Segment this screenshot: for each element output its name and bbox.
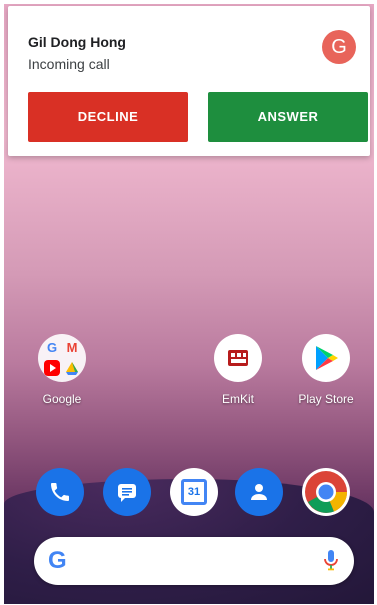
app-label-google: Google xyxy=(42,392,82,406)
contacts-icon[interactable] xyxy=(235,468,283,516)
app-play-store[interactable]: Play Store xyxy=(286,334,366,406)
answer-button[interactable]: ANSWER xyxy=(208,92,368,142)
chrome-icon[interactable] xyxy=(302,468,350,516)
call-status: Incoming call xyxy=(28,56,110,72)
decline-button[interactable]: DECLINE xyxy=(28,92,188,142)
google-search-bar[interactable]: G xyxy=(34,537,354,585)
calendar-icon[interactable]: 31 xyxy=(170,468,218,516)
incoming-call-notification[interactable]: Gil Dong Hong Incoming call G DECLINE AN… xyxy=(8,6,370,156)
phone-icon[interactable] xyxy=(36,468,84,516)
caller-name: Gil Dong Hong xyxy=(28,34,126,50)
messages-icon[interactable] xyxy=(103,468,151,516)
emkit-icon xyxy=(214,334,262,382)
app-google-folder[interactable]: G M Google xyxy=(22,334,102,406)
play-store-icon xyxy=(302,334,350,382)
mic-icon[interactable] xyxy=(324,549,338,576)
google-logo-icon: G xyxy=(48,547,67,574)
home-screen: Gil Dong Hong Incoming call G DECLINE AN… xyxy=(4,4,374,604)
google-folder-icon: G M xyxy=(38,334,86,382)
caller-avatar: G xyxy=(322,30,356,64)
app-label-play-store: Play Store xyxy=(298,392,354,406)
calendar-date: 31 xyxy=(181,479,207,505)
app-label-emkit: EmKit xyxy=(221,392,254,406)
app-emkit[interactable]: EmKit xyxy=(198,334,278,406)
